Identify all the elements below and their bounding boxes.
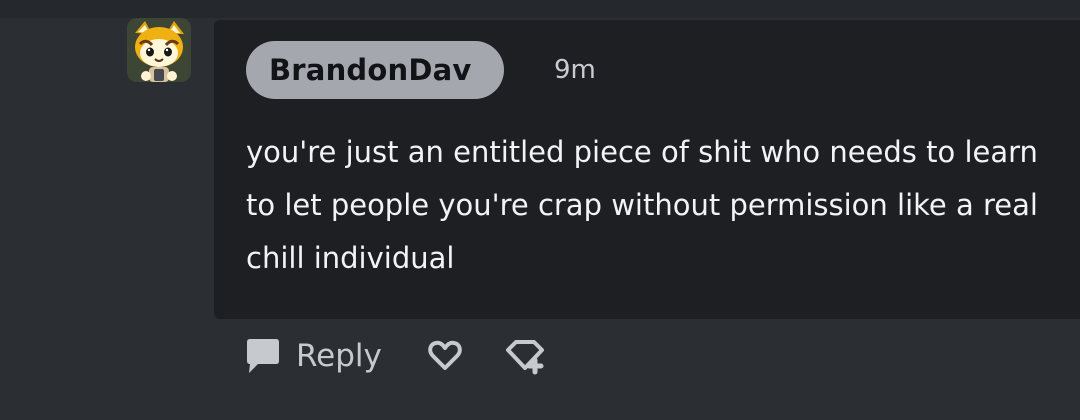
award-button[interactable]: [504, 335, 546, 377]
red-panda-avatar-icon: [127, 18, 191, 82]
thread-divider: [0, 0, 1080, 18]
speech-bubble-icon: [247, 339, 279, 373]
comment-timestamp: 9m: [554, 55, 596, 85]
heart-icon: [428, 340, 462, 370]
comment-body: you're just an entitled piece of shit wh…: [246, 135, 1038, 275]
comment-actions: Reply: [244, 330, 546, 382]
award-plus-icon: [505, 340, 544, 375]
username-badge[interactable]: BrandonDav: [246, 41, 504, 99]
reply-button[interactable]: Reply: [244, 337, 382, 375]
reply-label: Reply: [296, 338, 382, 374]
username[interactable]: BrandonDav: [269, 53, 472, 87]
user-avatar[interactable]: [127, 18, 191, 82]
comment-thread: BrandonDav 9m you're just an entitled pi…: [0, 0, 1080, 420]
like-button[interactable]: [424, 335, 466, 377]
comment-card: BrandonDav 9m you're just an entitled pi…: [214, 20, 1080, 319]
